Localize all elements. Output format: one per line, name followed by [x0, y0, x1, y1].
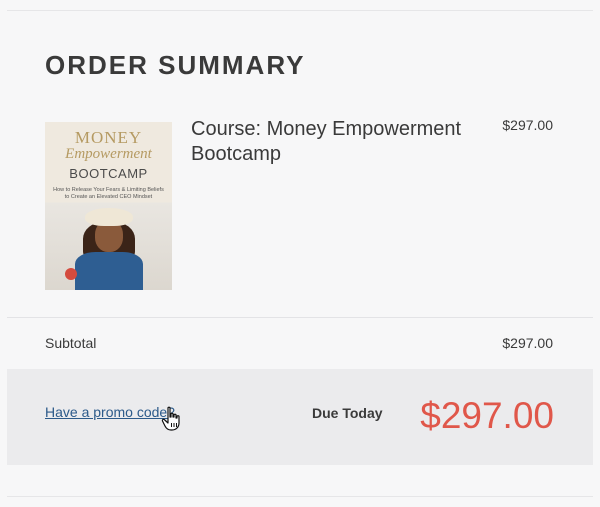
course-thumbnail: MONEY Empowerment BOOTCAMP How to Releas… — [45, 122, 172, 290]
thumbnail-flower-shape — [65, 268, 77, 280]
due-today-label: Due Today — [312, 405, 383, 421]
thumbnail-line3: BOOTCAMP — [69, 166, 148, 181]
subtotal-value: $297.00 — [502, 335, 553, 351]
due-today-panel: Have a promo code? Due Today $297.00 — [7, 369, 593, 465]
order-summary-title: ORDER SUMMARY — [45, 50, 306, 80]
item-price: $297.00 — [502, 117, 553, 133]
due-today-amount: $297.00 — [420, 395, 554, 436]
promo-code-link[interactable]: Have a promo code? — [45, 404, 175, 420]
thumbnail-line2: Empowerment — [65, 146, 152, 162]
course-name: Course: Money Empowerment Bootcamp — [191, 118, 462, 165]
top-divider — [7, 10, 593, 11]
thumbnail-hat-shape — [85, 208, 133, 226]
thumbnail-line1: MONEY — [74, 128, 143, 147]
thumbnail-shirt-shape — [75, 252, 143, 290]
subtotal-divider — [7, 317, 593, 318]
subtotal-label: Subtotal — [45, 335, 97, 351]
thumbnail-tagline: How to Release Your Fears & Limiting Bel… — [53, 187, 164, 200]
bottom-divider — [7, 496, 593, 497]
hand-pointer-icon — [161, 406, 180, 431]
